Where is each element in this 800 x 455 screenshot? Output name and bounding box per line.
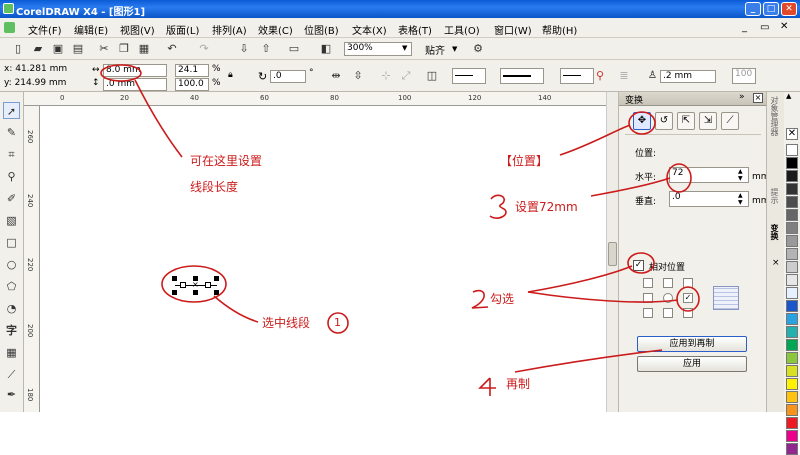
arrow-segment-note: [213, 295, 259, 323]
num4-circle: [478, 377, 496, 396]
num2-circle: [471, 289, 489, 309]
arrow-width-to-note: [134, 79, 183, 158]
num3-circle: [489, 194, 507, 219]
anchor-circle: [676, 286, 700, 312]
note-set-length-2: 线段长度: [190, 180, 239, 194]
arrow-anchor: [527, 291, 679, 303]
palette-swatch[interactable]: [786, 430, 798, 442]
width-field-circle: [100, 64, 142, 82]
relative-checkbox-circle: [627, 252, 655, 274]
palette-swatch[interactable]: [786, 443, 798, 455]
note-num-1: 1: [334, 316, 341, 329]
annotation-strokes: [100, 64, 700, 396]
note-duplicate: 再制: [506, 377, 531, 391]
note-position: 【位置】: [500, 154, 549, 168]
arrow-position-tab: [559, 124, 631, 156]
note-select-segment: 选中线段: [262, 316, 311, 330]
note-set-72mm: 设置72mm: [515, 200, 578, 214]
segment-circle: [161, 265, 227, 303]
arrow-checkbox: [527, 265, 633, 293]
arrow-apply-dup: [514, 349, 663, 373]
position-tab-circle: [628, 111, 656, 135]
note-set-length-1: 可在这里设置: [190, 154, 263, 168]
palette-swatch[interactable]: [786, 417, 798, 429]
arrow-set-72: [590, 177, 671, 197]
horizontal-value-circle: [666, 163, 692, 193]
note-check: 勾选: [490, 292, 515, 306]
